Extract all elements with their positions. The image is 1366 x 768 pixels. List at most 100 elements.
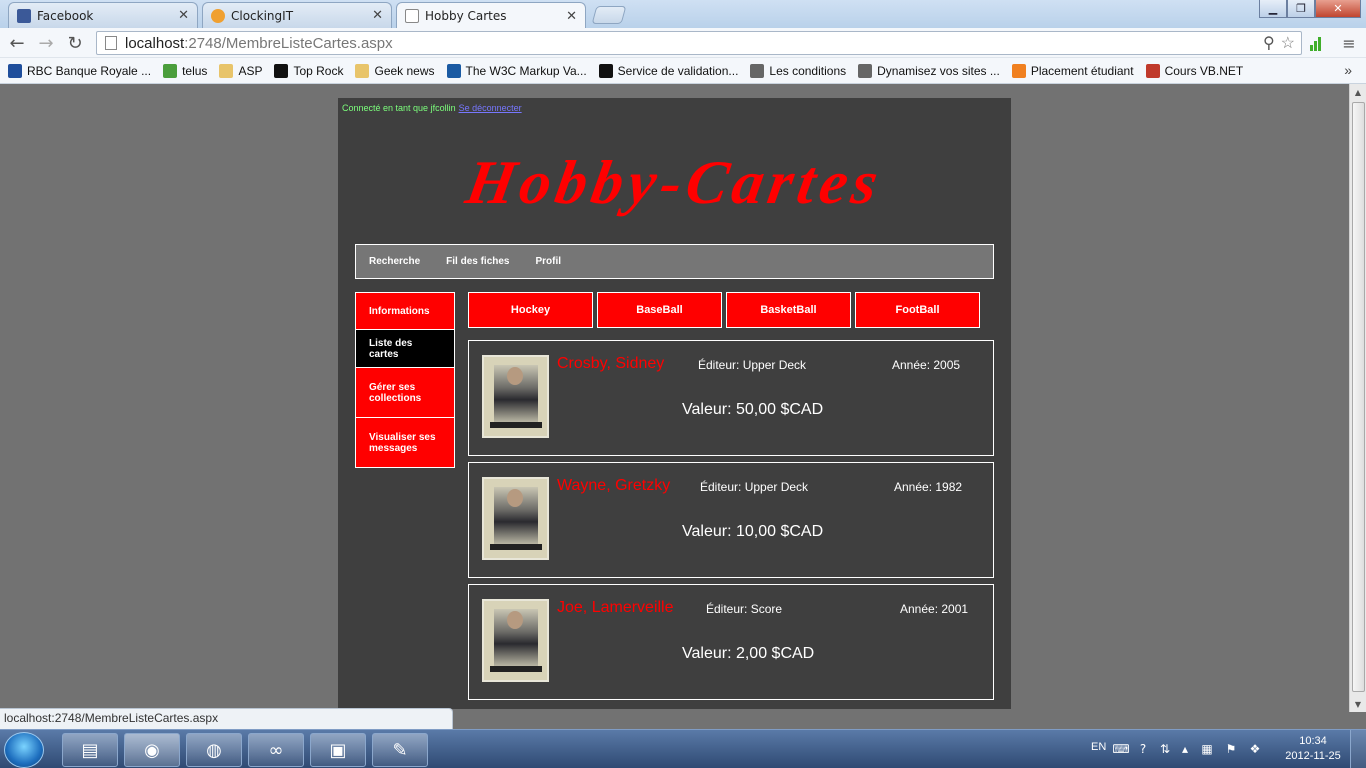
bookmark-icon [163,63,178,78]
nav-profil[interactable]: Profil [536,256,562,267]
scroll-down-icon[interactable]: ▼ [1350,696,1366,712]
facebook-icon [17,8,31,23]
bookmark-item[interactable]: Les conditions [750,63,847,78]
help-icon[interactable]: ? [1136,742,1150,756]
windows-taskbar: ▤ ◉ ◍ ∞ ▣ ✎ EN ⌨ ? ⇅ ▴ ▦ ⚑ ❖ 10:34 2012-… [0,729,1366,768]
bookmark-item[interactable]: Dynamisez vos sites ... [858,63,1000,78]
bookmark-item[interactable]: The W3C Markup Va... [446,63,587,78]
back-button[interactable]: ← [6,32,28,54]
card-image[interactable] [482,599,549,682]
dropbox-icon[interactable]: ❖ [1248,742,1262,756]
tab-hobby-cartes[interactable]: Hobby Cartes ✕ [396,2,586,29]
sport-button-hockey[interactable]: Hockey [468,292,593,328]
card-image[interactable] [482,355,549,438]
network-icon[interactable]: ▦ [1200,742,1214,756]
nav-recherche[interactable]: Recherche [369,256,420,267]
site-logo[interactable]: Hobby-Cartes [332,148,1018,219]
show-hidden-icons-icon[interactable]: ▴ [1178,742,1192,756]
menu-icon[interactable]: ≡ [1338,32,1360,54]
explorer-icon[interactable]: ▤ [62,733,118,767]
card-item[interactable]: Joe, Lamerveille Éditeur: Score Année: 2… [468,584,994,700]
close-tab-icon[interactable]: ✕ [566,9,577,24]
bookmark-label: Dynamisez vos sites ... [877,63,1000,78]
maximize-button[interactable]: ❐ [1287,0,1315,18]
bookmark-item[interactable]: Geek news [355,63,435,78]
flag-icon[interactable]: ⚑ [1224,742,1238,756]
start-button[interactable] [4,732,44,768]
tab-clockingit[interactable]: ClockingIT ✕ [202,2,392,28]
bookmark-label: RBC Banque Royale ... [27,63,152,78]
sidebar-item-visualiser-messages[interactable]: Visualiser ses messages [355,418,455,468]
card-image[interactable] [482,477,549,560]
browser-tab-strip: Facebook ✕ ClockingIT ✕ Hobby Cartes ✕ ▁… [0,0,1366,29]
show-desktop-button[interactable] [1350,730,1366,768]
card-player-name[interactable]: Wayne, Gretzky [557,477,670,495]
chrome-icon[interactable]: ◉ [124,733,180,767]
scroll-thumb[interactable] [1352,102,1365,692]
card-item[interactable]: Crosby, Sidney Éditeur: Upper Deck Année… [468,340,994,456]
card-editeur: Éditeur: Score [706,602,783,616]
more-bookmarks-icon[interactable]: » [1344,62,1352,78]
language-indicator[interactable]: EN [1091,741,1106,753]
close-tab-icon[interactable]: ✕ [372,8,383,23]
minimize-button[interactable]: ▁ [1259,0,1287,18]
sport-button-basketball[interactable]: BasketBall [726,292,851,328]
bookmark-item[interactable]: Placement étudiant [1011,63,1134,78]
system-clock[interactable]: 10:34 2012-11-25 [1282,734,1344,764]
sidebar-item-liste-des-cartes[interactable]: Liste des cartes [355,330,455,368]
card-player-name[interactable]: Crosby, Sidney [557,355,664,373]
tab-facebook[interactable]: Facebook ✕ [8,2,198,28]
bookmark-label: telus [182,63,208,78]
side-navigation: Informations Liste des cartes Gérer ses … [355,292,455,468]
zoom-icon[interactable]: ⚲ [1263,33,1275,53]
nav-fil-des-fiches[interactable]: Fil des fiches [446,256,509,267]
forward-button[interactable]: → [35,32,57,54]
bookmark-label: Service de validation... [617,63,739,78]
browser-toolbar: ← → ↻ localhost :2748/MembreListeCartes.… [0,28,1366,58]
card-player-name[interactable]: Joe, Lamerveille [557,599,674,617]
bookmark-label: Geek news [374,63,435,78]
keyboard-icon[interactable]: ⌨ [1112,742,1129,756]
card-item[interactable]: Wayne, Gretzky Éditeur: Upper Deck Année… [468,462,994,578]
close-window-button[interactable]: ✕ [1315,0,1361,18]
scroll-up-icon[interactable]: ▲ [1350,84,1366,100]
bookmark-item[interactable]: telus [163,63,208,78]
clock-icon [211,8,225,23]
bookmark-label: The W3C Markup Va... [465,63,587,78]
sidebar-item-gerer-collections[interactable]: Gérer ses collections [355,368,455,418]
address-bar[interactable]: localhost :2748/MembreListeCartes.aspx ⚲… [96,31,1302,55]
sidebar-item-informations[interactable]: Informations [355,292,455,330]
logout-link[interactable]: Se déconnecter [459,103,522,113]
new-tab-button[interactable] [591,6,627,24]
page-scrollbar[interactable]: ▲ ▼ [1349,84,1366,712]
bookmark-label: ASP [238,63,263,78]
card-valeur: Valeur: 10,00 $CAD [682,523,824,540]
bookmark-label: Placement étudiant [1030,63,1134,78]
bookmark-item[interactable]: Top Rock [274,63,343,78]
sport-button-baseball[interactable]: BaseBall [597,292,722,328]
bookmark-label: Les conditions [769,63,847,78]
page-icon [105,36,117,50]
reload-button[interactable]: ↻ [64,32,86,54]
card-valeur: Valeur: 2,00 $CAD [682,645,815,662]
tab-title: Facebook [37,8,94,23]
paint-icon[interactable]: ✎ [372,733,428,767]
clock-date: 2012-11-25 [1285,750,1341,762]
bookmark-item[interactable]: RBC Banque Royale ... [8,63,152,78]
remote-desktop-icon[interactable]: ▣ [310,733,366,767]
star-icon[interactable]: ☆ [1281,33,1295,53]
tray-arrows-icon[interactable]: ⇅ [1158,742,1172,756]
status-bar: localhost:2748/MembreListeCartes.aspx [0,708,453,729]
bookmark-item[interactable]: Cours VB.NET [1145,63,1243,78]
bookmark-icon [750,63,765,78]
close-tab-icon[interactable]: ✕ [178,8,189,23]
login-status: Connecté en tant que jfcollin Se déconnec… [342,103,522,113]
bookmark-item[interactable]: ASP [219,63,263,78]
sport-button-football[interactable]: FootBall [855,292,980,328]
extension-signal-icon[interactable] [1310,35,1326,51]
bookmark-item[interactable]: Service de validation... [598,63,739,78]
bookmarks-bar: RBC Banque Royale ... telus ASP Top Rock Gee… [0,58,1366,84]
visual-studio-icon[interactable]: ∞ [248,733,304,767]
chat-app-icon[interactable]: ◍ [186,733,242,767]
card-editeur: Éditeur: Upper Deck [698,358,807,372]
